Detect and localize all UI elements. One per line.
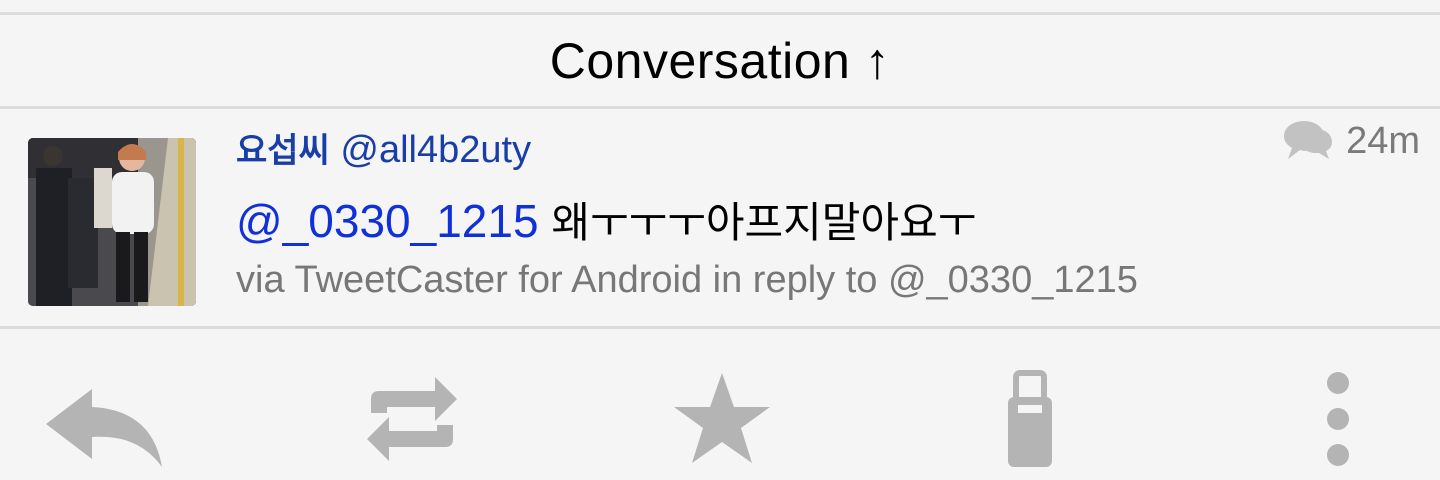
retweet-button[interactable]	[352, 359, 472, 479]
action-bar	[0, 329, 1440, 480]
reply-mention-link[interactable]: @_0330_1215	[236, 195, 539, 247]
conversation-screen: Conversation ↑ 요섭씨 @all4b2uty 24m @_0330…	[0, 0, 1440, 480]
tweet-author[interactable]: 요섭씨 @all4b2uty	[236, 123, 531, 172]
tweet-timestamp: 24m	[1282, 119, 1420, 163]
reply-icon	[46, 389, 162, 467]
conversation-header[interactable]: Conversation ↑	[0, 15, 1440, 107]
retweet-icon	[367, 377, 457, 461]
display-name: 요섭씨	[236, 131, 330, 171]
clipboard-button[interactable]	[970, 359, 1090, 479]
tweet-source: via TweetCaster for Android in reply to …	[236, 259, 1138, 301]
more-options-button[interactable]	[1278, 359, 1398, 479]
avatar-photo	[28, 138, 196, 306]
reply-button[interactable]	[44, 359, 164, 479]
avatar[interactable]	[28, 138, 196, 306]
conversation-icon	[1284, 121, 1333, 159]
tweet-text: @_0330_1215 왜ㅜㅜㅜ아프지말아요ㅜ	[236, 189, 976, 250]
star-icon	[674, 373, 770, 463]
clipboard-icon	[1008, 370, 1052, 467]
tweet-item[interactable]: 요섭씨 @all4b2uty 24m @_0330_1215 왜ㅜㅜㅜ아프지말아…	[0, 109, 1440, 327]
favorite-button[interactable]	[662, 359, 782, 479]
overflow-menu-icon	[1327, 372, 1349, 466]
user-handle: @all4b2uty	[340, 129, 532, 171]
tweet-message: 왜ㅜㅜㅜ아프지말아요ㅜ	[551, 198, 977, 247]
page-title: Conversation ↑	[549, 33, 891, 89]
tweet-age: 24m	[1346, 119, 1420, 162]
